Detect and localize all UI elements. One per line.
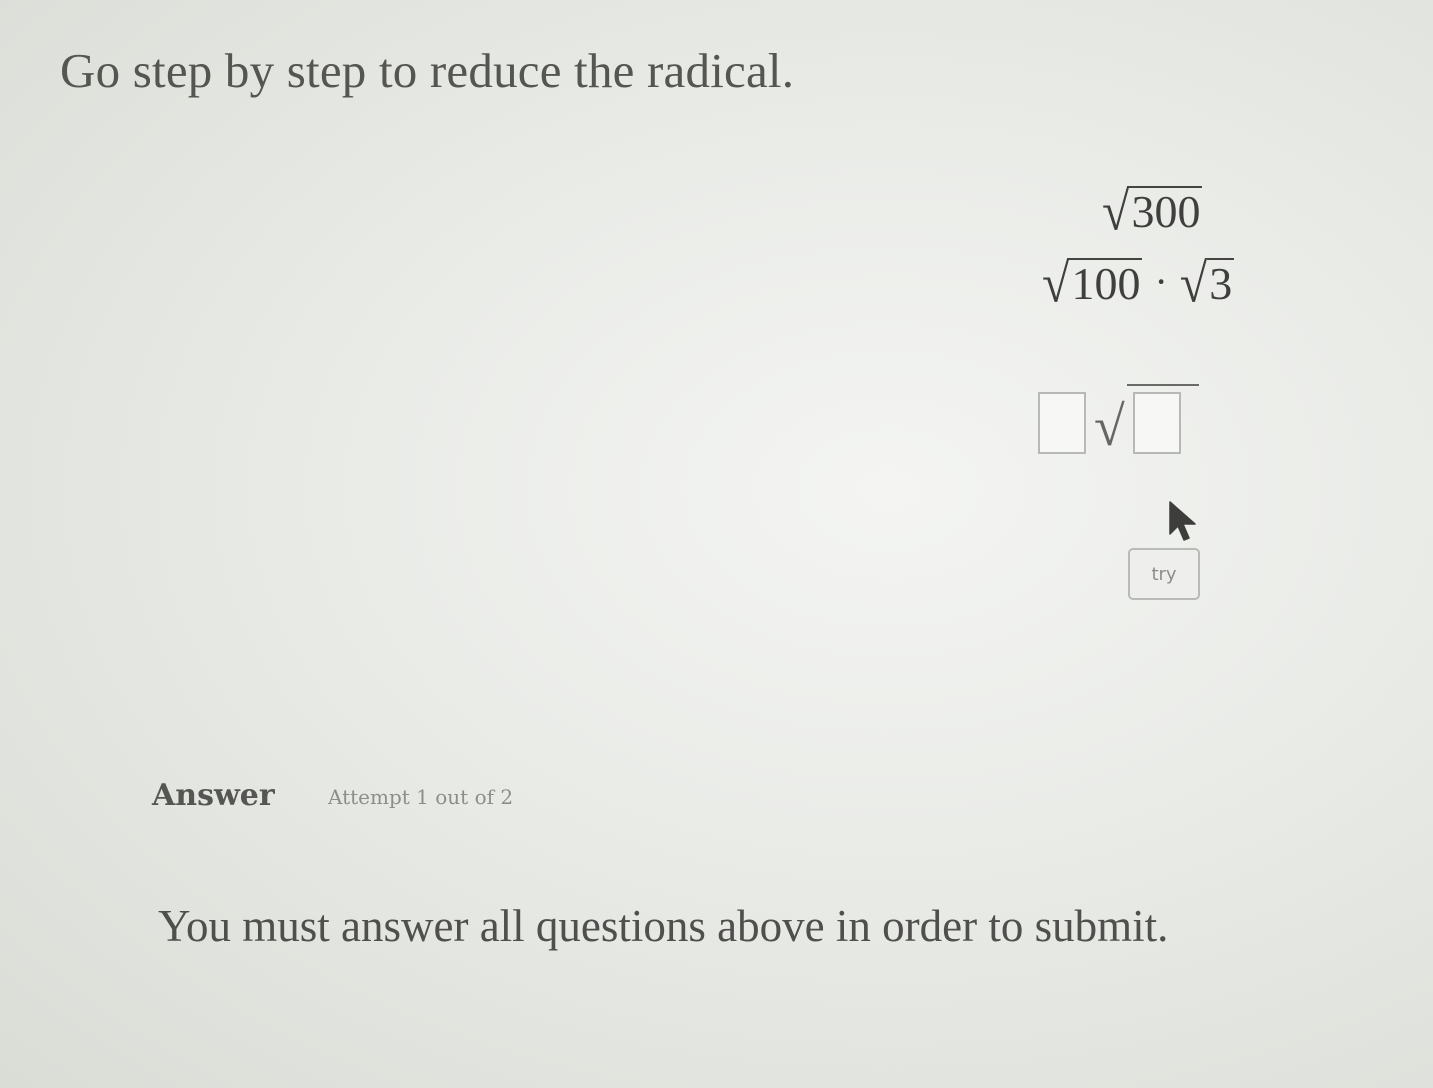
radicand-input[interactable]: [1132, 392, 1181, 454]
step-1-expression: √ 300: [1102, 180, 1203, 243]
radical-100: √ 100: [1042, 252, 1143, 314]
attempt-counter: Attempt 1 out of 2: [328, 785, 514, 809]
radical-sign-icon: √: [1102, 180, 1130, 243]
question-title: Go step by step to reduce the radical.: [60, 43, 795, 98]
page: Go step by step to reduce the radical. √…: [0, 0, 1433, 1088]
radical-300: √ 300: [1102, 180, 1203, 243]
coefficient-input[interactable]: [1038, 392, 1086, 454]
radicand-100: 100: [1069, 257, 1143, 309]
radical-sign-icon: √: [1094, 395, 1125, 458]
radicand-input-wrapper: [1126, 384, 1199, 454]
mouse-pointer-icon: [1169, 501, 1196, 541]
multiply-dot: ·: [1154, 259, 1168, 304]
radical-sign-icon: √: [1042, 252, 1070, 314]
step-2-expression: √ 100 · √ 3: [1042, 252, 1235, 314]
radicand-300: 300: [1129, 186, 1203, 237]
try-button[interactable]: try: [1128, 548, 1200, 600]
answer-label: Answer: [152, 778, 275, 813]
radical-3: √ 3: [1179, 252, 1235, 314]
answer-input-row: √: [1038, 384, 1199, 458]
radicand-3: 3: [1207, 257, 1235, 309]
submit-notice: You must answer all questions above in o…: [158, 901, 1169, 951]
radical-sign-icon: √: [1179, 252, 1208, 314]
